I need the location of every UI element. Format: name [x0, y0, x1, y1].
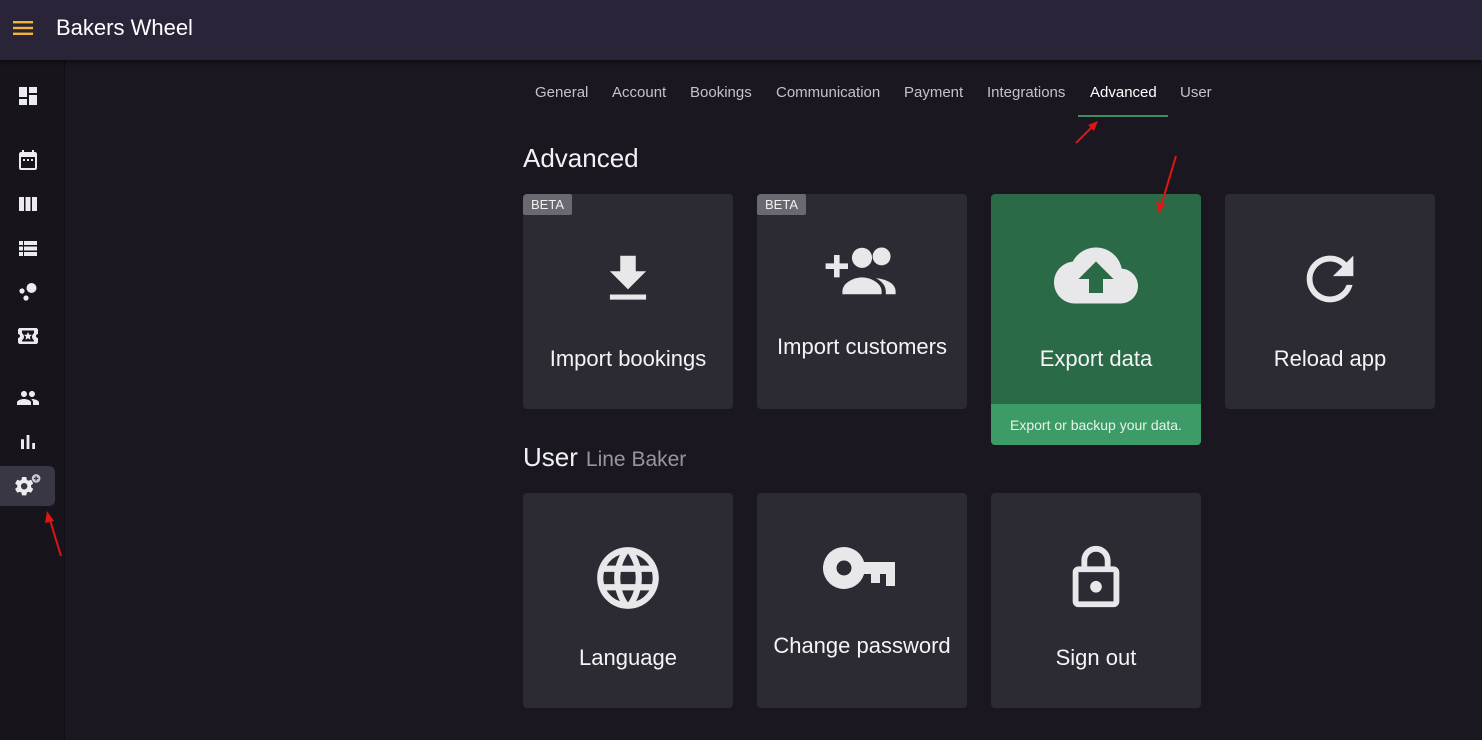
reload-icon: [1306, 255, 1354, 303]
ticket-star-icon: [17, 328, 38, 344]
lock-open-icon: [1072, 545, 1120, 608]
change-password-card[interactable]: Change password: [757, 493, 967, 708]
tab-account[interactable]: Account: [612, 84, 666, 101]
cloud-upload-icon: [1054, 247, 1138, 304]
sidebar-item-people[interactable]: [0, 378, 55, 418]
bubbles-icon: [18, 283, 36, 301]
tab-general[interactable]: General: [535, 84, 588, 101]
list-icon: [18, 241, 37, 256]
tab-payment[interactable]: Payment: [904, 84, 963, 101]
sidebar-item-calendar[interactable]: [0, 140, 55, 180]
people-icon: [16, 391, 39, 405]
sidebar-item-bubbles[interactable]: [0, 272, 55, 312]
sidebar-item-reports[interactable]: [0, 422, 55, 462]
user-section-title: User Line Baker: [523, 442, 686, 473]
sidebar-item-ticket[interactable]: [0, 316, 55, 356]
tab-integrations[interactable]: Integrations: [987, 84, 1065, 101]
tab-communication[interactable]: Communication: [776, 84, 880, 101]
card-label: Language: [579, 645, 677, 670]
sidebar-item-settings[interactable]: [0, 466, 55, 506]
columns-icon: [18, 197, 37, 211]
import-bookings-card[interactable]: BETA Import bookings: [523, 194, 733, 409]
tab-user[interactable]: User: [1180, 84, 1212, 101]
beta-badge: BETA: [757, 194, 806, 215]
hamburger-menu-icon[interactable]: [11, 16, 35, 40]
reload-app-card[interactable]: Reload app: [1225, 194, 1435, 409]
add-people-icon: [825, 247, 896, 295]
annotation-arrow-icon: [1156, 155, 1177, 214]
settings-gear-icon: [14, 474, 40, 496]
export-data-card[interactable]: Export data Export or backup your data.: [991, 194, 1201, 445]
tab-advanced[interactable]: Advanced: [1090, 84, 1157, 101]
annotation-arrow-icon: [45, 511, 62, 557]
export-hint: Export or backup your data.: [991, 404, 1201, 445]
sidebar-item-dashboard[interactable]: [0, 76, 55, 116]
card-label: Reload app: [1273, 346, 1387, 371]
card-label: Change password: [773, 633, 951, 658]
card-label: Sign out: [1055, 645, 1137, 670]
annotation-arrow-icon: [1075, 121, 1098, 144]
dashboard-icon: [18, 87, 37, 105]
sign-out-card[interactable]: Sign out: [991, 493, 1201, 708]
user-section-heading: User: [523, 442, 578, 472]
sidebar-item-columns[interactable]: [0, 184, 55, 224]
user-name: Line Baker: [585, 448, 687, 471]
card-label: Import customers: [777, 334, 947, 359]
top-app-bar: Bakers Wheel: [0, 0, 1482, 60]
app-title: Bakers Wheel: [56, 15, 193, 40]
card-label: Import bookings: [549, 346, 707, 371]
sidebar-item-list[interactable]: [0, 228, 55, 268]
bar-chart-icon: [20, 435, 35, 449]
beta-badge: BETA: [523, 194, 572, 215]
calendar-icon: [18, 150, 37, 170]
tab-bookings[interactable]: Bookings: [690, 84, 752, 101]
import-customers-card[interactable]: BETA Import customers: [757, 194, 967, 409]
advanced-section-title: Advanced: [523, 143, 639, 173]
sidebar-nav: [0, 60, 65, 740]
language-card[interactable]: Language: [523, 493, 733, 708]
globe-icon: [597, 547, 659, 609]
key-icon: [823, 547, 895, 589]
download-icon: [609, 255, 647, 300]
